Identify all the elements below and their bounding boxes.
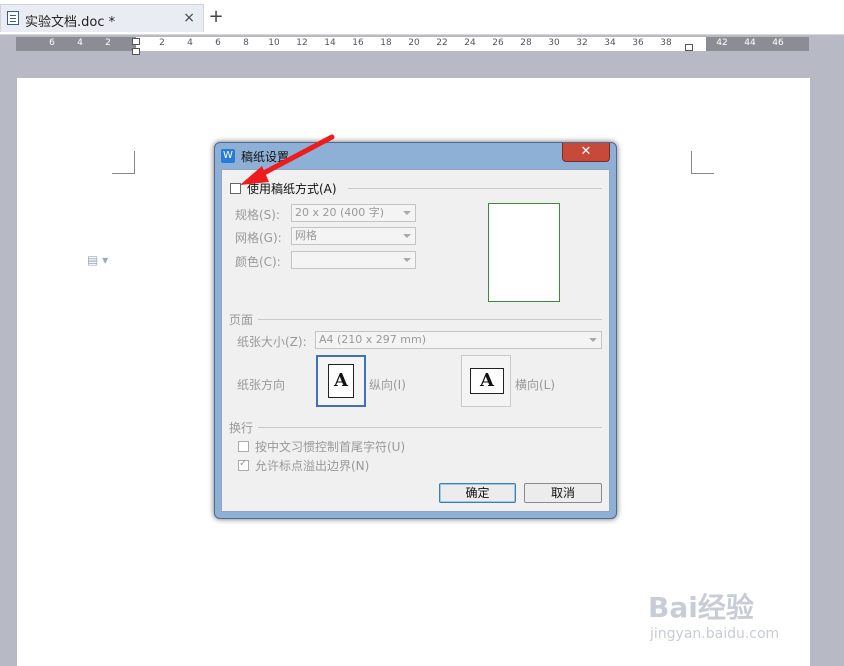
- watermark-url: jingyan.baidu.com: [650, 626, 780, 642]
- annotation-arrow-icon: [240, 134, 335, 185]
- watermark-brand: Bai经验: [648, 591, 754, 624]
